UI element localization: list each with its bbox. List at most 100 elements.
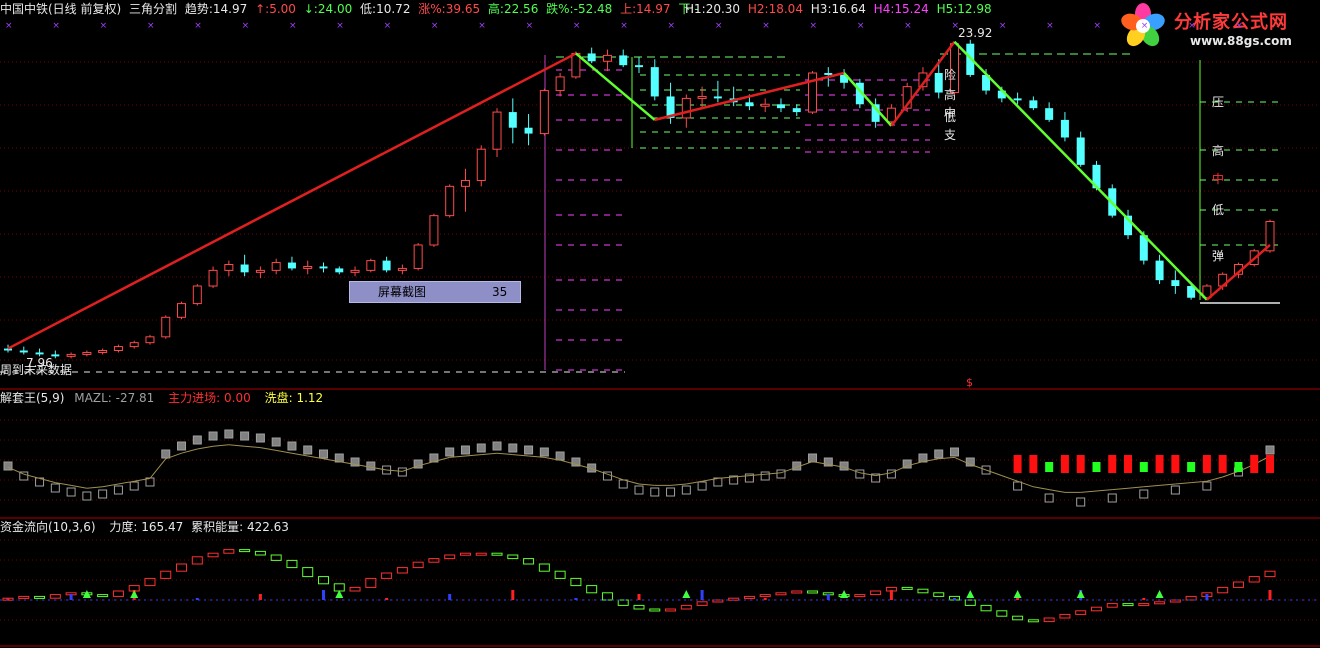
panel3-step-box (1012, 615, 1024, 621)
xp-label: 洗盘: (264, 391, 293, 405)
screenshot-dock-button[interactable]: 屏幕截图 35 (349, 281, 521, 303)
panel3-name[interactable]: 资金流向(10,3,6) (0, 520, 96, 534)
panel2-curve (481, 452, 498, 456)
candle-body-down (19, 350, 28, 353)
panel3-step-box (34, 595, 46, 599)
panel3-step-box (933, 592, 945, 597)
candle-body-up (82, 351, 92, 355)
panel3-step-box (254, 550, 266, 556)
panel2-block (476, 443, 486, 453)
panel2-signal-bar (1187, 462, 1196, 472)
panel2-block (650, 487, 660, 497)
panel2-curve (496, 452, 513, 456)
panel3-step-box (1027, 619, 1039, 623)
panel2-signal-bar (1218, 455, 1227, 473)
panel3-step-box (412, 561, 424, 569)
panel3-step-box (1122, 603, 1134, 607)
panel3-step-box (459, 552, 471, 556)
panel3-step-box (1248, 576, 1260, 583)
panel3-step-box (791, 590, 803, 594)
panel2-block (681, 485, 691, 495)
panel3-step-box (1106, 603, 1118, 608)
panel3-step-box (507, 554, 519, 560)
panel2-block (950, 447, 959, 457)
candle-body-up (145, 336, 155, 344)
top-marker: × (762, 21, 770, 31)
panel3-step-box (444, 554, 456, 560)
top-marker: × (904, 21, 912, 31)
chart-canvas[interactable]: × × × × × × × × × × × × × × × × × × × × × × × × × × × (0, 0, 1320, 648)
panel2-signal-bar (1124, 455, 1133, 473)
panel2-block (539, 447, 549, 457)
panel2-signal-bar (1045, 462, 1054, 472)
panel2-curve (1080, 490, 1097, 493)
panel3-step-box (396, 567, 408, 574)
panel2-block (1170, 485, 1180, 495)
panel2-signal-bar (1108, 455, 1117, 473)
panel3-step-box (365, 577, 377, 588)
panel3-step-box (207, 552, 219, 558)
panel2-block (839, 461, 849, 471)
panel2-block (113, 485, 123, 495)
panel3-step-box (570, 577, 582, 587)
panel2-curve (1143, 484, 1160, 488)
marker-right-high: 高 (1212, 144, 1225, 158)
panel3-step-box (239, 549, 251, 553)
panel2-signal-bar (1250, 455, 1259, 473)
dock-count: 35 (492, 285, 508, 299)
panel2-block (98, 489, 108, 499)
top-marker: × (810, 21, 818, 31)
buy-arrow-icon (840, 590, 849, 598)
panel2-block (129, 481, 139, 491)
candle-body-down (1060, 119, 1069, 138)
buy-arrow-icon (682, 590, 691, 598)
panel3-step-box (1154, 601, 1166, 605)
candle-body-up (208, 269, 218, 287)
panel2-curve (23, 473, 40, 479)
top-marker: × (242, 21, 250, 31)
panel2-signal-bar (1076, 455, 1085, 473)
panel3-step-box (1264, 570, 1276, 578)
candle-body-up (602, 54, 612, 62)
panel3-step-box (475, 552, 487, 556)
panel2-block (319, 449, 328, 459)
panel3-volume-bar (763, 598, 767, 600)
panel2-signal-bar (1155, 455, 1164, 473)
candle-body-down (713, 96, 722, 99)
panel3-step-box (554, 570, 566, 579)
buy-arrow-icon (1013, 590, 1022, 598)
panel2-block (1265, 445, 1275, 455)
panel2-block (287, 441, 297, 451)
panel2-block (855, 469, 865, 479)
candle-body-down (650, 67, 659, 97)
mazl-value: -27.81 (115, 391, 155, 405)
top-marker: × (573, 21, 581, 31)
panel2-curve (607, 473, 624, 481)
candle-body-down (319, 266, 328, 269)
marker-risk: 险 (944, 68, 957, 82)
candle-body-down (824, 72, 833, 75)
panel2-name[interactable]: 解套王(5,9) (0, 391, 64, 405)
panel3-step-box (302, 567, 314, 578)
panel2-curve (260, 447, 277, 451)
panel3-volume-bar (826, 594, 830, 600)
panel3-step-box (996, 610, 1008, 617)
panel3-volume-bar (1205, 594, 1209, 600)
panel2-block (524, 445, 534, 455)
panel2-block (1107, 493, 1117, 503)
candle-body-down (1045, 108, 1054, 120)
candle-body-down (619, 55, 628, 66)
panel3-step-box (176, 563, 188, 572)
panel2-curve (197, 445, 214, 450)
candle-body-up (161, 316, 171, 338)
top-marker: × (384, 21, 392, 31)
panel3-step-box (491, 552, 503, 556)
candle-body-up (271, 262, 281, 271)
candle-body-up (350, 269, 360, 273)
panel3-step-box (538, 563, 550, 572)
panel3-step-box (807, 590, 819, 594)
stock-chart-window: 中国中铁(日线 前复权) 三角分割 趋势:14.97 ↑:5.00 ↓:24.0… (0, 0, 1320, 648)
panel2-signal-bar (1013, 455, 1022, 473)
panel2-block (66, 487, 76, 497)
panel3-step-box (617, 599, 629, 606)
